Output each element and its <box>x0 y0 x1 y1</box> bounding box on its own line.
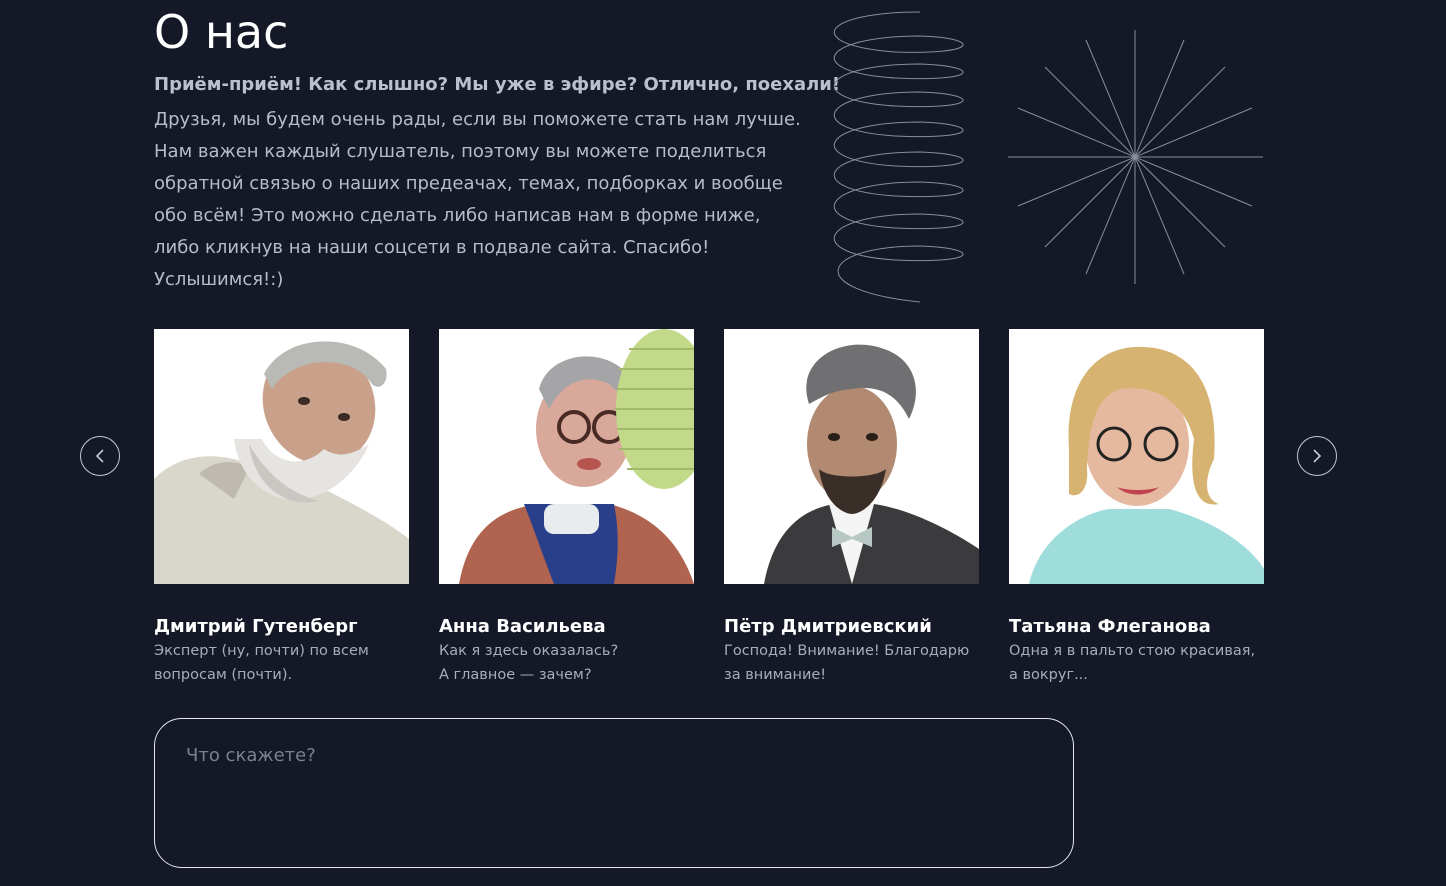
host-name: Анна Васильева <box>439 616 606 637</box>
host-description-line: Как я здесь оказалась? <box>439 643 619 659</box>
host-description: Господа! Внимание! Благодарю за внимание… <box>724 639 979 687</box>
about-page: О нас Приём-приём! Как слышно? Мы уже в … <box>0 0 1446 886</box>
host-description-line: Одна я в пальто стою красивая, <box>1009 643 1256 659</box>
bearded-man-portrait <box>154 329 409 584</box>
paragraph-line: либо кликнув на наши соцсети в подвале с… <box>154 237 710 258</box>
blonde-woman-portrait <box>1009 329 1264 584</box>
host-photo <box>154 329 409 584</box>
paragraph-line: Услышимся!:) <box>154 269 284 290</box>
spring-coil-decoration <box>833 11 964 303</box>
host-description: Эксперт (ну, почти) по всем вопросам (по… <box>154 639 409 687</box>
chevron-left-icon <box>95 449 104 463</box>
host-description-line: А главное — зачем? <box>439 667 592 683</box>
carousel-prev-button[interactable] <box>80 436 120 476</box>
host-description-line: за внимание! <box>724 667 827 683</box>
host-name: Дмитрий Гутенберг <box>154 616 358 637</box>
intro-paragraph: Друзья, мы будем очень рады, если вы пом… <box>154 104 814 296</box>
page-title: О нас <box>154 5 289 59</box>
host-description-line: а вокруг... <box>1009 667 1088 683</box>
starburst-decoration <box>1008 30 1263 284</box>
host-card[interactable]: Дмитрий Гутенберг Эксперт (ну, почти) по… <box>154 329 409 683</box>
woman-glasses-portrait <box>439 329 694 584</box>
host-card[interactable]: Пётр Дмитриевский Господа! Внимание! Бла… <box>724 329 979 683</box>
host-photo <box>439 329 694 584</box>
carousel-next-button[interactable] <box>1297 436 1337 476</box>
host-description-line: Эксперт (ну, почти) по всем <box>154 643 369 659</box>
intro-lead: Приём-приём! Как слышно? Мы уже в эфире?… <box>154 74 841 95</box>
host-description-line: вопросам (почти). <box>154 667 293 683</box>
paragraph-line: обратной связью о наших предеачах, темах… <box>154 173 783 194</box>
decorative-line-art <box>833 11 1263 303</box>
host-card[interactable]: Татьяна Флеганова Одна я в пальто стою к… <box>1009 329 1264 683</box>
host-photo <box>1009 329 1264 584</box>
host-description-line: Господа! Внимание! Благодарю <box>724 643 970 659</box>
man-bowtie-portrait <box>724 329 979 584</box>
paragraph-line: обо всём! Это можно сделать либо написав… <box>154 205 761 226</box>
host-photo <box>724 329 979 584</box>
host-name: Пётр Дмитриевский <box>724 616 932 637</box>
host-name: Татьяна Флеганова <box>1009 616 1211 637</box>
paragraph-line: Друзья, мы будем очень рады, если вы пом… <box>154 109 801 130</box>
feedback-textarea[interactable] <box>154 718 1074 868</box>
host-description: Как я здесь оказалась? А главное — зачем… <box>439 639 694 687</box>
host-card[interactable]: Анна Васильева Как я здесь оказалась? А … <box>439 329 694 683</box>
host-description: Одна я в пальто стою красивая, а вокруг.… <box>1009 639 1264 687</box>
paragraph-line: Нам важен каждый слушатель, поэтому вы м… <box>154 141 767 162</box>
chevron-right-icon <box>1313 449 1322 463</box>
